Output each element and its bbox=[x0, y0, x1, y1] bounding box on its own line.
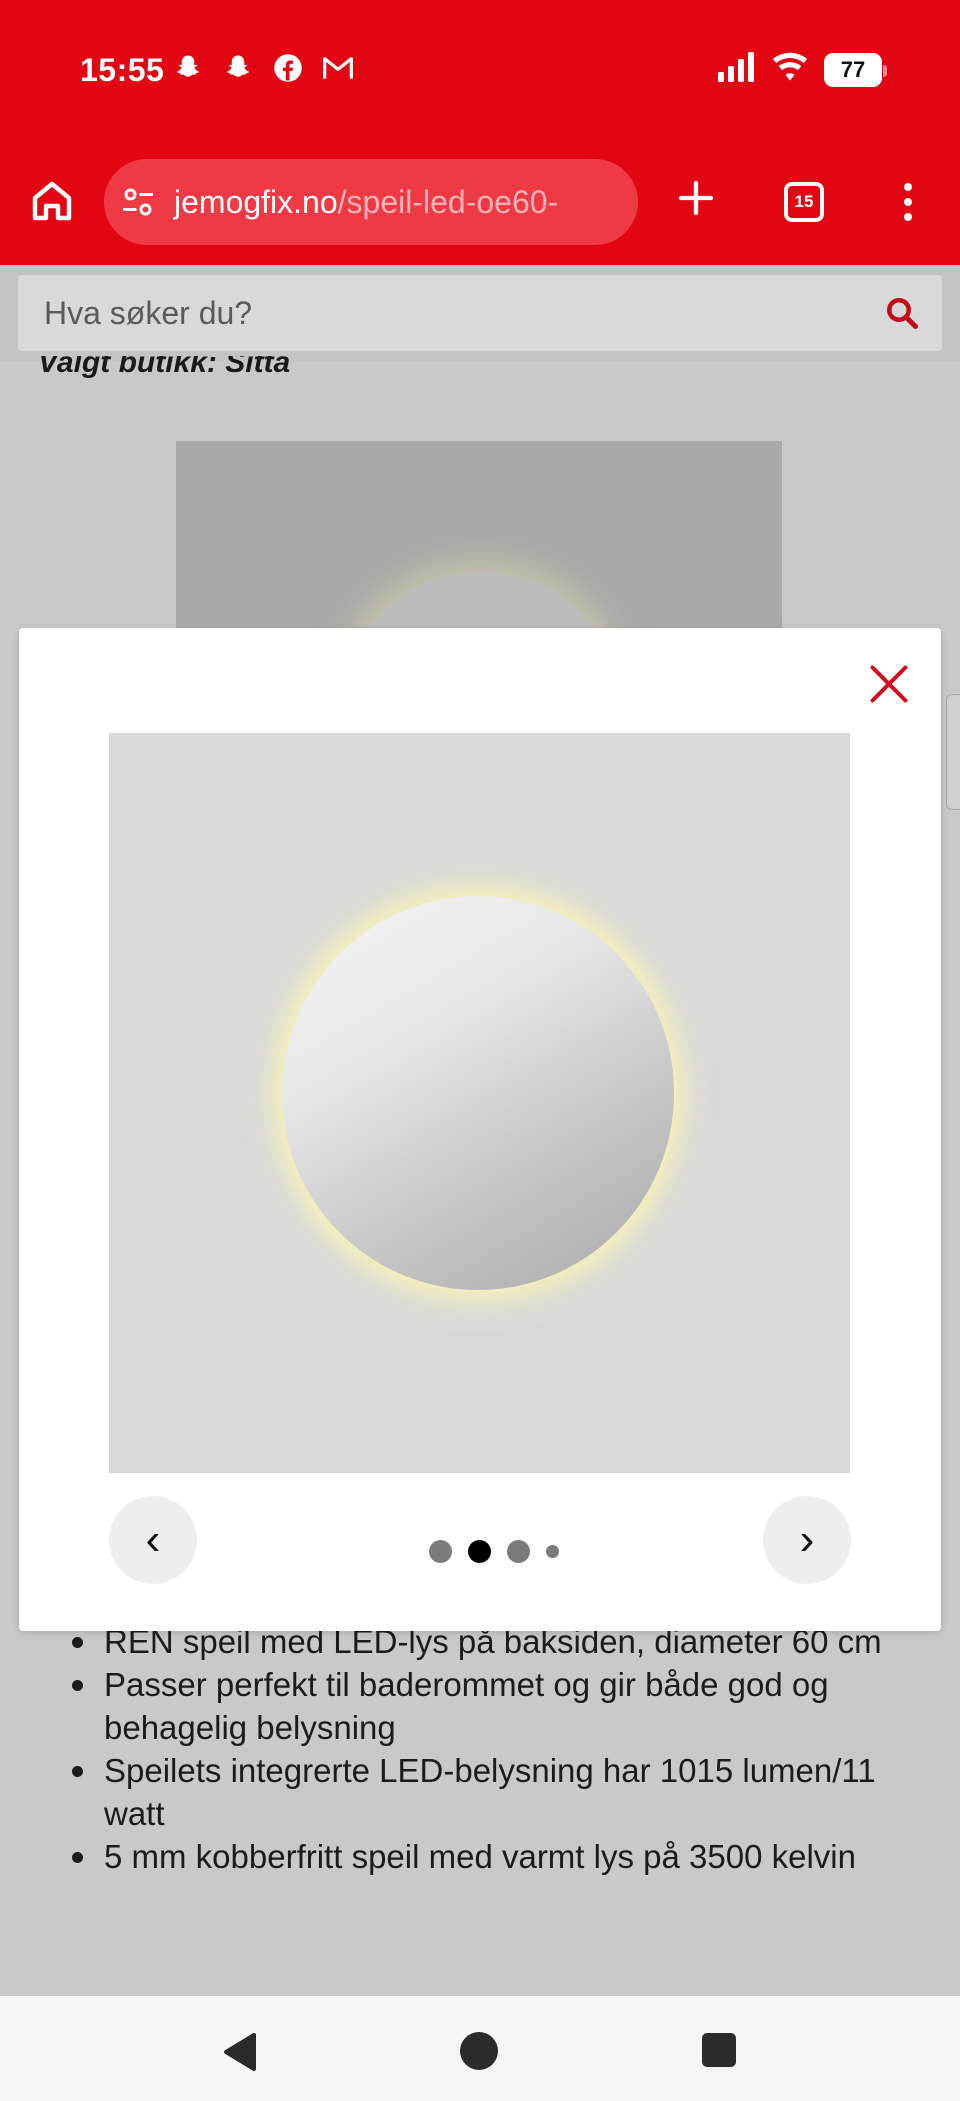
product-image-background bbox=[176, 441, 782, 631]
search-input[interactable] bbox=[44, 275, 864, 351]
site-search-bar bbox=[0, 265, 960, 361]
pagination-dot[interactable] bbox=[429, 1539, 452, 1563]
round-mirror bbox=[282, 896, 674, 1290]
battery-icon: 77 bbox=[824, 52, 887, 87]
back-icon[interactable] bbox=[222, 2032, 258, 2072]
signal-icon bbox=[718, 52, 756, 87]
site-settings-icon[interactable] bbox=[120, 184, 156, 220]
home-nav-icon[interactable] bbox=[460, 2032, 498, 2070]
snapchat-icon bbox=[222, 52, 254, 84]
url-host: jemogfix.no bbox=[174, 183, 338, 220]
wifi-icon bbox=[772, 52, 808, 87]
previous-image-button[interactable]: ‹ bbox=[109, 1496, 197, 1584]
image-gallery-modal: ‹ › bbox=[19, 628, 941, 1631]
recents-icon[interactable] bbox=[702, 2033, 736, 2067]
list-item: Passer perfekt til baderommet og gir båd… bbox=[72, 1663, 922, 1749]
status-bar: 15:55 77 bbox=[0, 0, 960, 140]
system-icons: 77 bbox=[718, 52, 887, 87]
home-icon bbox=[32, 181, 72, 221]
plus-icon bbox=[678, 180, 714, 216]
more-vert-icon bbox=[904, 183, 912, 221]
snapchat-icon bbox=[172, 52, 204, 84]
notification-icons bbox=[172, 52, 354, 84]
list-item: 5 mm kobberfritt speil med varmt lys på … bbox=[72, 1835, 922, 1878]
browser-menu-button[interactable] bbox=[896, 180, 920, 224]
pagination-dot[interactable] bbox=[546, 1544, 559, 1558]
product-image bbox=[109, 733, 850, 1473]
next-image-button[interactable]: › bbox=[763, 1496, 851, 1584]
product-features-list: REN speil med LED-lys på baksiden, diame… bbox=[72, 1620, 922, 1878]
tab-switcher-button[interactable]: 15 bbox=[784, 182, 824, 222]
pagination-dot-active[interactable] bbox=[468, 1539, 491, 1563]
status-time: 15:55 bbox=[80, 52, 165, 88]
list-item: Speilets integrerte LED-belysning har 10… bbox=[72, 1749, 922, 1835]
facebook-icon bbox=[272, 52, 304, 84]
pagination-dot[interactable] bbox=[507, 1539, 530, 1563]
home-button[interactable] bbox=[28, 177, 76, 225]
system-navigation-bar bbox=[0, 1996, 960, 2101]
browser-toolbar: jemogfix.no/speil-led-oe60- 15 bbox=[0, 140, 960, 265]
new-tab-button[interactable] bbox=[676, 178, 716, 218]
url-path: /speil-led-oe60- bbox=[337, 183, 559, 220]
address-bar[interactable]: jemogfix.no/speil-led-oe60- bbox=[104, 159, 638, 245]
search-icon[interactable] bbox=[884, 295, 920, 331]
mirror-thumbnail bbox=[341, 571, 621, 631]
gmail-icon bbox=[322, 52, 354, 84]
gallery-pagination bbox=[429, 1539, 559, 1563]
search-box bbox=[18, 275, 942, 351]
close-button[interactable] bbox=[867, 662, 911, 706]
close-icon bbox=[870, 665, 908, 703]
scrollbar[interactable] bbox=[946, 694, 960, 810]
